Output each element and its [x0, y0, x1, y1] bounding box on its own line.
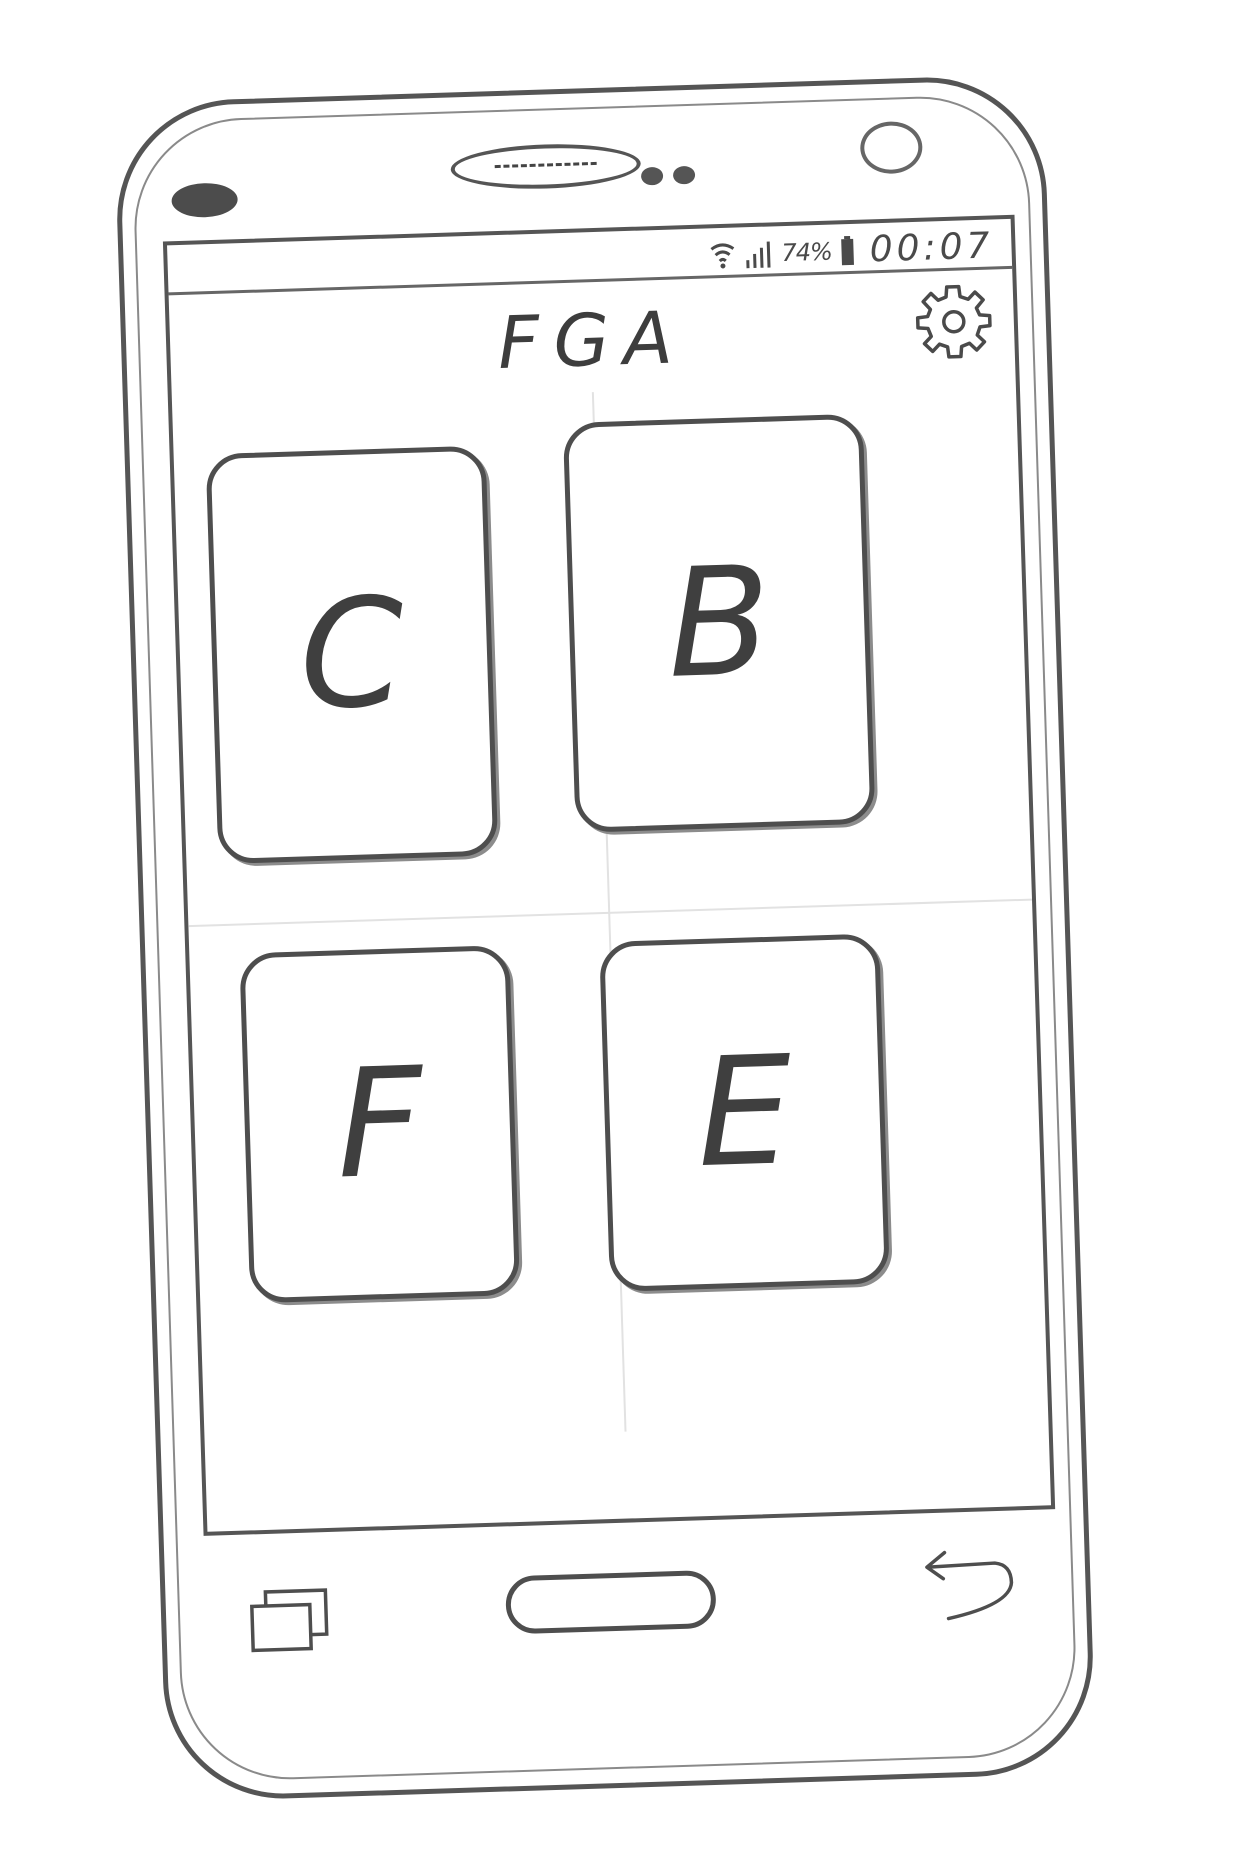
app-title: FGA [496, 295, 688, 386]
phone-frame: 74% 00:07 FGA C B F E [113, 73, 1097, 1803]
screen: 74% 00:07 FGA C B F E [162, 214, 1056, 1536]
tile-f[interactable]: F [239, 945, 521, 1304]
tile-b[interactable]: B [562, 413, 876, 833]
battery-percent: 74% [781, 237, 833, 267]
home-button[interactable] [505, 1569, 717, 1635]
tile-label: B [665, 534, 774, 712]
navigation-bar [204, 1519, 1060, 1696]
gear-icon[interactable] [913, 280, 995, 362]
tile-label: E [694, 1024, 795, 1202]
wifi-icon [709, 238, 736, 271]
back-arrow-icon[interactable] [906, 1540, 1018, 1623]
status-clock: 00:07 [869, 225, 995, 271]
tile-label: F [333, 1035, 426, 1213]
status-icons: 74% 00:07 [709, 225, 994, 275]
tile-c[interactable]: C [205, 445, 499, 865]
tile-label: C [296, 566, 408, 744]
recents-icon[interactable] [245, 1582, 337, 1655]
battery-icon [839, 234, 856, 266]
signal-bars-icon [743, 237, 774, 270]
tile-e[interactable]: E [599, 933, 890, 1293]
